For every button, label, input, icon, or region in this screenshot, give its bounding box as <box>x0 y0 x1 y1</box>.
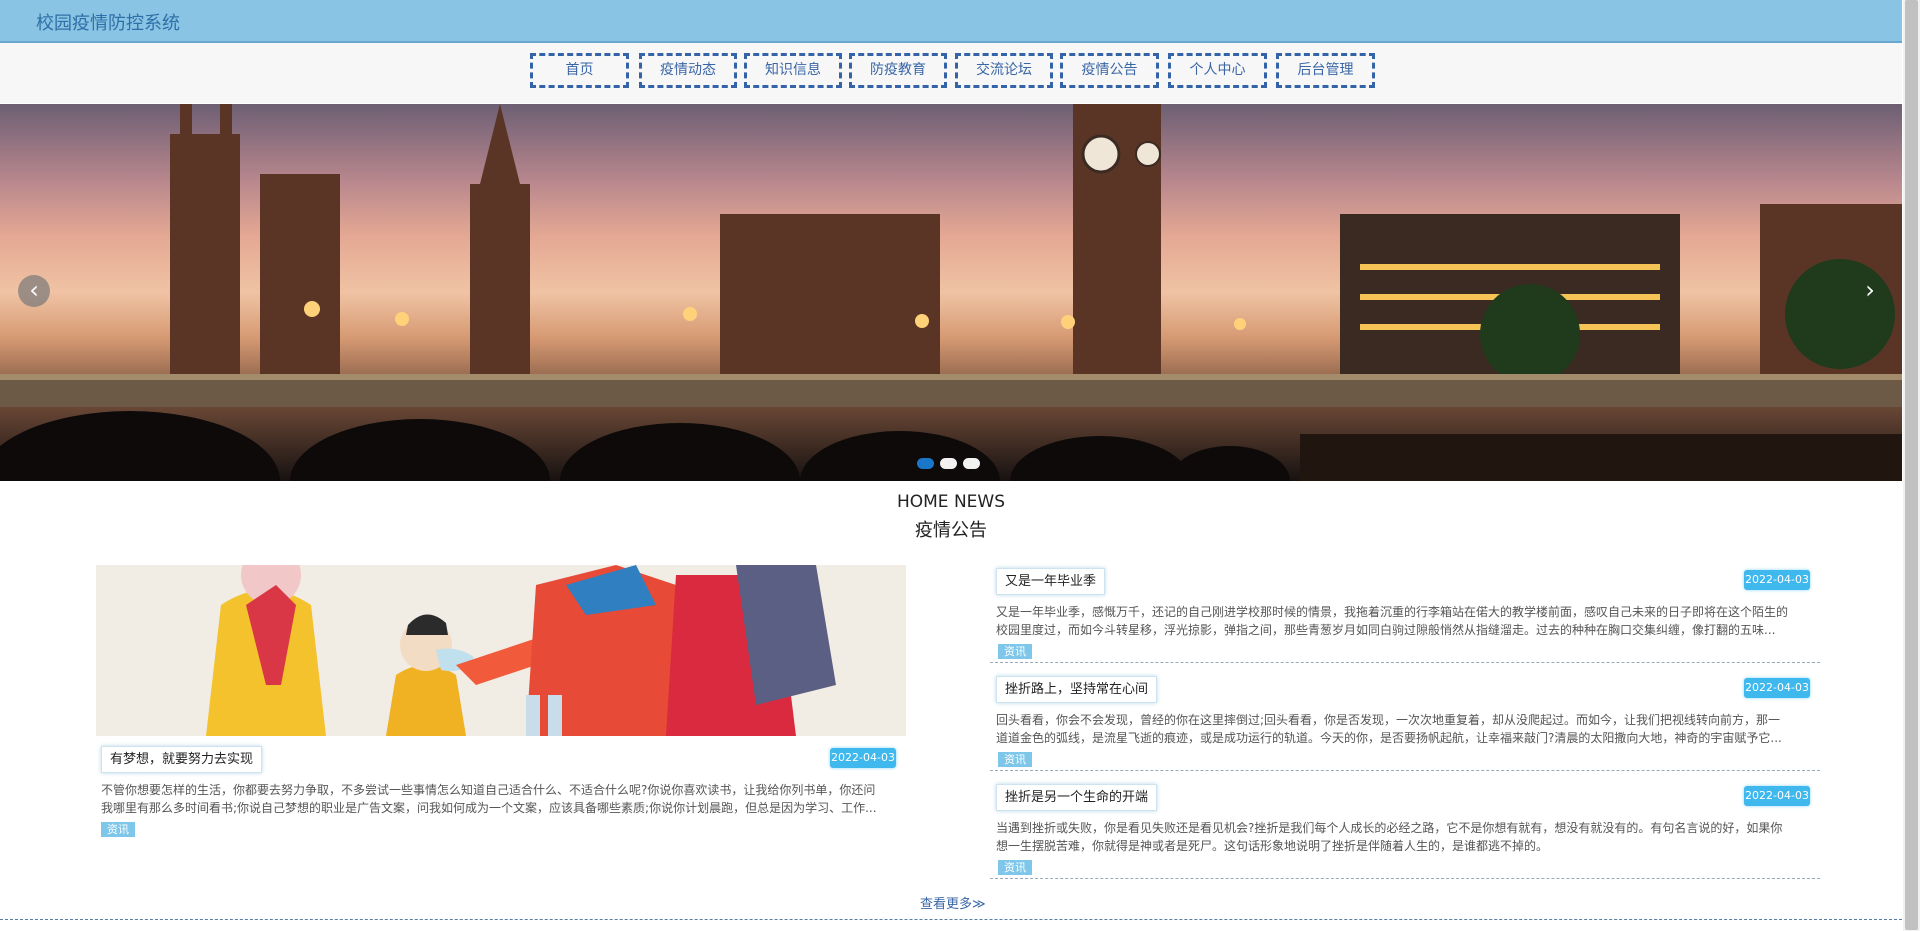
main-nav: 首页 疫情动态 知识信息 防疫教育 交流论坛 疫情公告 个人中心 后台管理 <box>0 43 1902 103</box>
news-item-3-excerpt-line-1: 当遇到挫折或失败，你是看见失败还是看见机会?挫折是我们每个人成长的必经之路，它不… <box>996 821 1783 835</box>
section-title-cn: 疫情公告 <box>915 520 987 541</box>
news-item-3-excerpt-line-2: 想一生摆脱苦难，你就得是神或者是死尸。这句话形象地说明了挫折是伴随着人生的，是谁… <box>996 839 1549 853</box>
nav-epidemic-news[interactable]: 疫情动态 <box>639 53 737 88</box>
news-divider <box>990 770 1820 771</box>
news-item-2-excerpt-line-2: 道道金色的弧线，是流星飞逝的痕迹，或是成功运行的轨道。今天的你，是否要扬帆起航，… <box>996 731 1782 745</box>
featured-news-title[interactable]: 有梦想，就要努力去实现 <box>101 746 263 773</box>
nav-announcements[interactable]: 疫情公告 <box>1060 53 1159 88</box>
news-item-1-excerpt-line-2: 校园里度过，而如今斗转星移，浮光掠影，弹指之间，那些青葱岁月如同白驹过隙般悄然从… <box>996 623 1776 637</box>
nav-forum[interactable]: 交流论坛 <box>955 53 1053 88</box>
carousel-dot-2[interactable] <box>940 458 957 469</box>
banner-image <box>0 104 1902 481</box>
section-title-en: HOME NEWS <box>896 492 1006 512</box>
nav-prevention-education[interactable]: 防疫教育 <box>849 53 947 88</box>
news-item-2-date: 2022-04-03 <box>1744 678 1810 698</box>
nav-knowledge[interactable]: 知识信息 <box>744 53 842 88</box>
carousel-dot-1[interactable] <box>917 458 934 469</box>
news-divider <box>990 662 1820 663</box>
carousel-next-button[interactable]: › <box>1854 275 1886 307</box>
top-header: 校园疫情防控系统 <box>0 0 1902 43</box>
carousel-dot-3[interactable] <box>963 458 980 469</box>
banner-carousel[interactable]: ‹ › <box>0 104 1902 481</box>
nav-admin[interactable]: 后台管理 <box>1276 53 1375 88</box>
featured-news-excerpt-line-2: 我哪里有那么多时间看书;你说自己梦想的职业是广告文案，问我如何成为一个文案，应该… <box>101 801 877 815</box>
nav-home[interactable]: 首页 <box>530 53 629 88</box>
news-item-1-excerpt-line-1: 又是一年毕业季，感慨万千，还记的自己刚进学校那时候的情景，我拖着沉重的行李箱站在… <box>996 605 1789 619</box>
news-item-1-tag[interactable]: 资讯 <box>998 644 1032 659</box>
nav-personal-center[interactable]: 个人中心 <box>1168 53 1267 88</box>
featured-news-image[interactable] <box>96 565 906 736</box>
news-item-1-title[interactable]: 又是一年毕业季 <box>996 568 1106 595</box>
news-item-2-title[interactable]: 挫折路上，坚持常在心间 <box>996 676 1158 703</box>
page-scrollbar-thumb[interactable] <box>1905 0 1918 930</box>
carousel-prev-button[interactable]: ‹ <box>18 275 50 307</box>
featured-news-date: 2022-04-03 <box>830 748 896 768</box>
news-item-1-date: 2022-04-03 <box>1744 570 1810 590</box>
featured-news-excerpt-line-1: 不管你想要怎样的生活，你都要去努力争取，不多尝试一些事情怎么知道自己适合什么、不… <box>101 783 876 797</box>
news-item-3-tag[interactable]: 资讯 <box>998 860 1032 875</box>
featured-news-tag[interactable]: 资讯 <box>101 822 135 837</box>
site-title[interactable]: 校园疫情防控系统 <box>36 9 180 35</box>
news-item-2-tag[interactable]: 资讯 <box>998 752 1032 767</box>
clock-face <box>1081 134 1121 174</box>
view-more-link[interactable]: 查看更多≫ <box>920 893 986 912</box>
section-bottom-divider <box>0 919 1902 920</box>
news-divider <box>990 878 1820 879</box>
news-item-3-title[interactable]: 挫折是另一个生命的开端 <box>996 784 1158 811</box>
news-item-3-date: 2022-04-03 <box>1744 786 1810 806</box>
illustration-people-masks <box>96 565 906 736</box>
news-item-2-excerpt-line-1: 回头看看，你会不会发现，曾经的你在这里摔倒过;回头看看，你是否发现，一次次地重复… <box>996 713 1781 727</box>
carousel-indicators <box>917 454 986 473</box>
